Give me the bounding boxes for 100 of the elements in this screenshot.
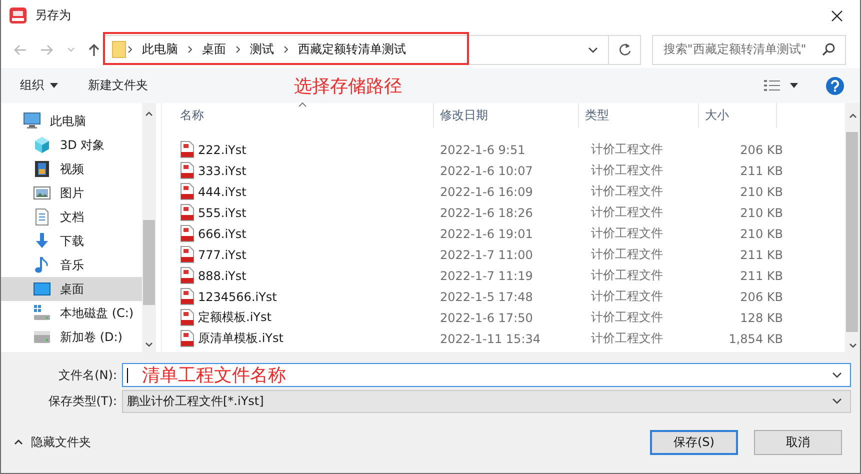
music-note-icon [33, 256, 51, 274]
file-row[interactable]: 888.iYst 2022-1-7 11:19 计价工程文件 211 KB [162, 265, 845, 286]
file-name: 888.iYst [198, 268, 246, 282]
file-name: 333.iYst [198, 164, 246, 178]
sidebar-item[interactable]: 此电脑 [1, 109, 142, 133]
file-size: 206 KB [739, 290, 783, 304]
sidebar-item[interactable]: 桌面 [1, 277, 142, 301]
file-row[interactable]: 444.iYst 2022-1-6 16:09 计价工程文件 210 KB [162, 181, 845, 202]
sidebar-item[interactable]: 新加卷 (D:) [1, 325, 142, 349]
file-icon [180, 183, 194, 200]
file-size: 128 KB [739, 310, 783, 324]
file-name: 666.iYst [198, 226, 246, 240]
chevron-down-icon [848, 343, 856, 348]
download-arrow-icon [33, 232, 51, 250]
modified-date: 2022-1-6 16:09 [439, 184, 534, 198]
file-name: 原清单模板.iYst [198, 330, 284, 347]
file-row[interactable]: 777.iYst 2022-1-7 11:00 计价工程文件 211 KB [162, 244, 845, 265]
file-row[interactable]: 1234566.iYst 2022-1-5 17:48 计价工程文件 206 KB [162, 286, 845, 307]
help-icon[interactable] [826, 76, 844, 94]
modified-date: 2022-1-11 15:34 [439, 332, 542, 346]
up-arrow-icon[interactable] [88, 42, 100, 56]
modified-date: 2022-1-7 11:00 [439, 248, 534, 262]
save-button[interactable]: 保存(S) [650, 430, 738, 454]
search-icon [822, 43, 835, 56]
file-type: 计价工程文件 [590, 225, 664, 242]
caret-down-icon[interactable] [790, 83, 798, 88]
breadcrumb[interactable]: 测试 [242, 41, 282, 58]
modified-date: 2022-1-7 11:19 [439, 268, 534, 282]
sidebar-item[interactable]: 图片 [1, 181, 142, 205]
annotation-text: 清单工程文件名称 [142, 364, 286, 387]
file-row[interactable]: 222.iYst 2022-1-6 9:51 计价工程文件 206 KB [162, 139, 845, 160]
breadcrumb[interactable]: 此电脑 [134, 41, 186, 58]
file-type: 计价工程文件 [590, 288, 664, 305]
file-type: 计价工程文件 [590, 330, 664, 347]
file-icon [180, 204, 194, 221]
file-icon [180, 162, 194, 179]
search-field[interactable]: 搜索"西藏定额转清单测试" [652, 34, 846, 64]
sidebar-item[interactable]: 音乐 [1, 253, 142, 277]
search-placeholder: 搜索"西藏定额转清单测试" [663, 41, 806, 58]
file-type-dropdown[interactable]: 鹏业计价工程文件[*.iYst] [122, 390, 851, 412]
file-row[interactable]: 原清单模板.iYst 2022-1-11 15:34 计价工程文件 1,854 KB [162, 328, 845, 349]
chevron-down-icon[interactable] [588, 46, 598, 52]
chevron-up-icon [848, 113, 856, 118]
view-options-icon[interactable] [764, 79, 780, 92]
modified-date: 2022-1-6 9:51 [439, 142, 526, 156]
refresh-icon [618, 43, 630, 56]
modified-date: 2022-1-6 10:07 [439, 164, 534, 178]
chevron-right-icon [128, 46, 132, 53]
file-name: 555.iYst [198, 206, 246, 220]
breadcrumb[interactable]: 桌面 [194, 41, 234, 58]
picture-icon [33, 184, 51, 202]
breadcrumb[interactable]: 西藏定额转清单测试 [290, 41, 414, 58]
modified-date: 2022-1-5 17:48 [439, 290, 534, 304]
file-row[interactable]: 555.iYst 2022-1-6 18:26 计价工程文件 210 KB [162, 202, 845, 223]
app-logo-icon [9, 7, 27, 24]
column-header[interactable]: 修改日期 [434, 103, 579, 128]
sidebar-item[interactable]: 3D 对象 [1, 133, 142, 157]
file-size: 211 KB [739, 164, 783, 178]
file-row[interactable]: 333.iYst 2022-1-6 10:07 计价工程文件 211 KB [162, 160, 845, 181]
file-icon [180, 141, 194, 158]
column-header[interactable]: 类型 [579, 103, 699, 128]
new-folder-button[interactable]: 新建文件夹 [88, 77, 148, 94]
refresh-button[interactable] [608, 34, 642, 64]
chevron-down-icon [145, 342, 153, 347]
sidebar-item[interactable]: 视频 [1, 157, 142, 181]
file-name: 222.iYst [198, 142, 246, 156]
file-type: 计价工程文件 [590, 204, 664, 221]
file-name-field[interactable]: 清单工程文件名称 [122, 363, 851, 387]
file-size: 210 KB [739, 226, 783, 240]
file-row[interactable]: 定额模板.iYst 2022-1-6 17:50 计价工程文件 128 KB [162, 307, 845, 328]
caret-down-icon [50, 83, 58, 88]
file-name: 定额模板.iYst [198, 309, 272, 326]
file-size: 210 KB [739, 206, 783, 220]
column-header[interactable]: 名称 [162, 103, 434, 128]
cube-icon [33, 136, 51, 154]
file-icon [180, 309, 194, 326]
file-row[interactable]: 666.iYst 2022-1-6 19:01 计价工程文件 210 KB [162, 223, 845, 244]
modified-date: 2022-1-6 17:50 [439, 310, 534, 324]
cancel-button[interactable]: 取消 [754, 430, 842, 454]
address-bar[interactable]: 此电脑 桌面 测试 西藏定额转清单测试 [103, 34, 609, 64]
sidebar-item[interactable]: 本地磁盘 (C:) [1, 301, 142, 325]
monitor-icon [33, 280, 51, 298]
file-icon [180, 288, 194, 305]
organize-menu[interactable]: 组织 [20, 77, 58, 94]
file-size: 206 KB [739, 142, 783, 156]
hide-folders-toggle[interactable]: 隐藏文件夹 [1, 434, 91, 450]
chevron-up-icon [14, 439, 23, 445]
sidebar-item[interactable]: 文档 [1, 205, 142, 229]
close-icon[interactable] [831, 10, 843, 22]
file-name: 1234566.iYst [198, 290, 277, 304]
film-icon [33, 160, 51, 178]
folder-icon [112, 41, 126, 58]
document-icon [33, 208, 51, 226]
modified-date: 2022-1-6 19:01 [439, 226, 534, 240]
scrollbar[interactable] [845, 103, 860, 352]
sidebar-item[interactable]: 下载 [1, 229, 142, 253]
scrollbar[interactable] [142, 103, 156, 352]
file-size: 211 KB [739, 248, 783, 262]
file-icon [180, 246, 194, 263]
column-header[interactable]: 大小 [699, 103, 777, 128]
